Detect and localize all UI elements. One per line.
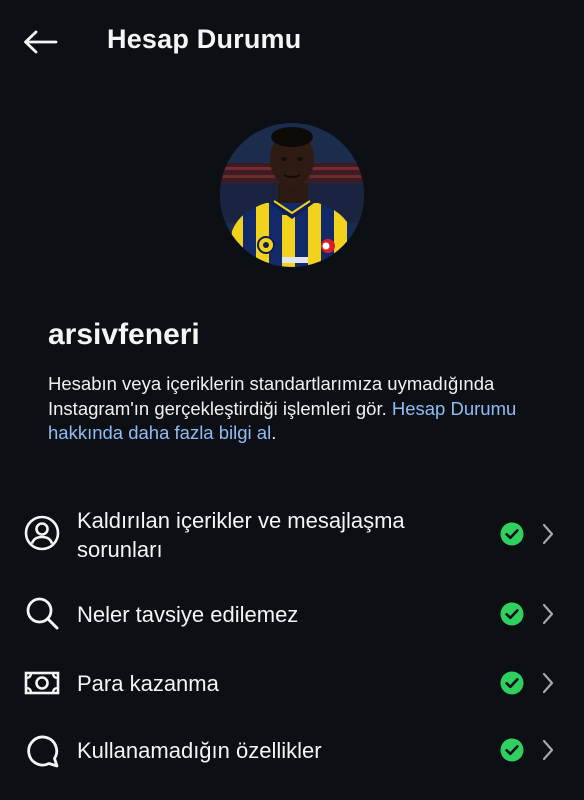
chevron-right-icon — [542, 672, 554, 694]
description-trailing: . — [271, 422, 277, 443]
search-icon — [26, 597, 59, 630]
menu-icon-wrapper — [22, 593, 62, 633]
menu-item-label: Kaldırılan içerikler ve mesajlaşma sorun… — [77, 508, 405, 562]
chevron-right-icon — [542, 603, 554, 625]
check-circle-icon — [500, 671, 524, 695]
menu-item-label: Kullanamadığın özellikler — [77, 738, 322, 763]
menu-item-removed-content[interactable]: Kaldırılan içerikler ve mesajlaşma sorun… — [0, 500, 584, 580]
check-circle-icon — [500, 738, 524, 762]
banknote-icon — [24, 671, 60, 695]
menu-item-monetization[interactable]: Para kazanma — [0, 658, 584, 708]
menu-item-label: Neler tavsiye edilemez — [77, 602, 299, 627]
menu-icon-wrapper — [22, 731, 62, 771]
menu-item-unavailable-features[interactable]: Kullanamadığın özellikler — [0, 726, 584, 776]
username: arsivfeneri — [48, 318, 200, 351]
menu-icon-wrapper — [22, 663, 62, 703]
header: Hesap Durumu — [0, 0, 584, 82]
chevron-right-icon — [542, 523, 554, 545]
account-status-screen: Hesap Durumu arsivfeneri Hesabın veya iç… — [0, 0, 584, 800]
speech-bubble-icon — [27, 735, 59, 768]
arrow-left-icon — [24, 30, 58, 54]
check-circle-icon — [500, 602, 524, 626]
account-status-description: Hesabın veya içeriklerin standartlarımız… — [48, 372, 538, 446]
menu-item-not-recommended[interactable]: Neler tavsiye edilemez — [0, 590, 584, 640]
check-circle-icon — [500, 522, 524, 546]
user-circle-icon — [24, 515, 60, 551]
profile-photo — [220, 123, 364, 267]
avatar[interactable] — [220, 123, 364, 267]
menu-item-label: Para kazanma — [77, 671, 219, 696]
back-button[interactable] — [18, 22, 62, 62]
chevron-right-icon — [542, 739, 554, 761]
menu-icon-wrapper — [22, 513, 62, 553]
page-title: Hesap Durumu — [107, 24, 302, 54]
